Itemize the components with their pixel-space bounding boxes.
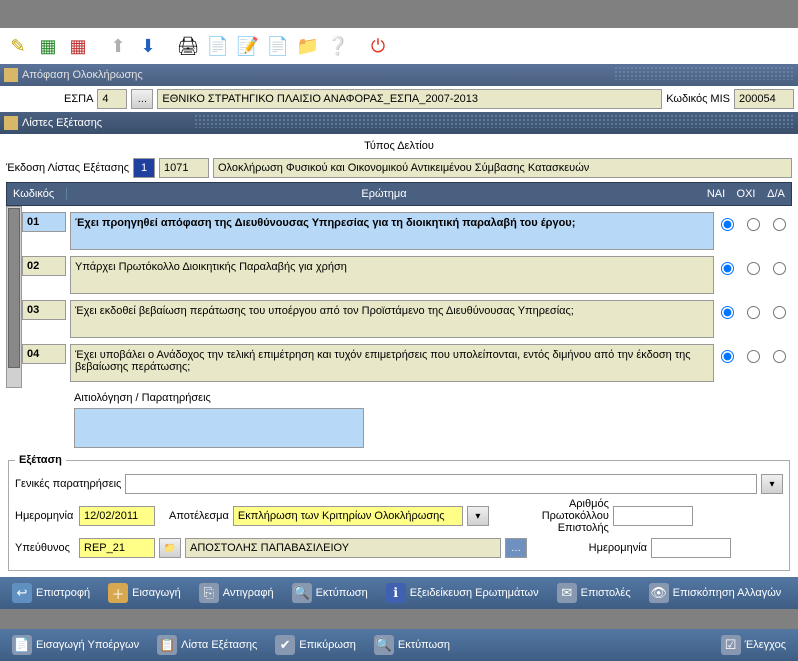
date2-label: Ημερομηνία xyxy=(537,542,647,554)
espa-code-field[interactable] xyxy=(97,89,127,109)
panel-icon xyxy=(4,68,18,82)
answer-yes-radio[interactable] xyxy=(721,306,734,319)
grid-scrollbar[interactable] xyxy=(6,206,22,388)
row-code-field[interactable] xyxy=(22,212,66,232)
header-code: Κωδικός xyxy=(7,188,67,200)
panel1-title: Απόφαση Ολοκλήρωσης xyxy=(22,69,143,81)
resp-more-button[interactable]: … xyxy=(505,538,527,558)
resp-label: Υπεύθυνος xyxy=(15,542,75,554)
validate-button[interactable]: ✔Επικύρωση xyxy=(269,631,362,659)
table-row[interactable]: Υπάρχει Πρωτόκολλο Διοικητικής Παραλαβής… xyxy=(22,256,792,294)
check-button[interactable]: ☑Έλεγχος xyxy=(715,631,792,659)
table-row[interactable]: Έχει εκδοθεί βεβαίωση περάτωσης του υποέ… xyxy=(22,300,792,338)
power-icon[interactable]: ⏻ xyxy=(364,32,392,60)
panel2-titlebar: Λίστες Εξέτασης xyxy=(0,112,798,134)
answer-no-radio[interactable] xyxy=(747,306,760,319)
printer-icon[interactable]: 🖨 xyxy=(174,32,202,60)
mis-field[interactable] xyxy=(734,89,794,109)
answer-yes-radio[interactable] xyxy=(721,218,734,231)
comments-label: Αιτιολόγηση / Παρατηρήσεις xyxy=(6,388,792,408)
answer-no-radio[interactable] xyxy=(747,350,760,363)
resp-code-field[interactable] xyxy=(79,538,155,558)
action-bar-2: 📄Εισαγωγή Υποέργων 📋Λίστα Εξέτασης ✔Επικ… xyxy=(0,629,798,661)
row-question: Υπάρχει Πρωτόκολλο Διοικητικής Παραλαβής… xyxy=(70,256,714,294)
arrow-up-icon[interactable]: ⬆ xyxy=(104,32,132,60)
answer-na-radio[interactable] xyxy=(773,262,786,275)
filter-label: Έκδοση Λίστας Εξέτασης xyxy=(6,162,129,174)
espa-label: ΕΣΠΑ xyxy=(64,93,93,105)
filter-v1-field[interactable] xyxy=(133,158,155,178)
espa-row: ΕΣΠΑ … Κωδικός MIS xyxy=(0,86,798,112)
grid-add-icon[interactable]: ▦ xyxy=(34,32,62,60)
panel1-titlebar: Απόφαση Ολοκλήρωσης xyxy=(0,64,798,86)
result-dropdown-button[interactable]: ▾ xyxy=(467,506,489,526)
header-yes: ΝΑΙ xyxy=(701,188,731,200)
print2-button[interactable]: 🔍Εκτύπωση xyxy=(368,631,456,659)
date2-field[interactable] xyxy=(651,538,731,558)
arrow-down-icon[interactable]: ⬇ xyxy=(134,32,162,60)
gen-comments-label: Γενικές παρατηρήσεις xyxy=(15,478,121,490)
letters-button[interactable]: ✉Επιστολές xyxy=(551,579,637,607)
folder-icon[interactable]: 📁 xyxy=(294,32,322,60)
insert-button[interactable]: ＋Εισαγωγή xyxy=(102,579,187,607)
exam-legend: Εξέταση xyxy=(15,454,66,466)
result-field[interactable] xyxy=(233,506,463,526)
comments-input[interactable] xyxy=(74,408,364,448)
copy-button[interactable]: ⎘Αντιγραφή xyxy=(193,579,280,607)
exam-date-label: Ημερομηνία xyxy=(15,510,75,522)
grid-delete-icon[interactable]: ▦ xyxy=(64,32,92,60)
answer-na-radio[interactable] xyxy=(773,350,786,363)
main-toolbar: ✎ ▦ ▦ ⬆ ⬇ 🖨 📄 📝 📄 📁 ❔ ⏻ xyxy=(0,28,798,64)
protnum-label: Αριθμός Πρωτοκόλλου Επιστολής xyxy=(499,498,609,534)
answer-no-radio[interactable] xyxy=(747,218,760,231)
protnum-field[interactable] xyxy=(613,506,693,526)
print-button[interactable]: 🔍Εκτύπωση xyxy=(286,579,374,607)
doc-search-icon[interactable]: 📄 xyxy=(204,32,232,60)
answer-na-radio[interactable] xyxy=(773,306,786,319)
grid-header: Κωδικός Ερώτημα ΝΑΙ ΟΧΙ Δ/Α xyxy=(6,182,792,206)
resp-name-field[interactable] xyxy=(185,538,501,558)
row-code-field[interactable] xyxy=(22,256,66,276)
answer-no-radio[interactable] xyxy=(747,262,760,275)
filter-v2-field[interactable] xyxy=(159,158,209,178)
action-bar-1: ↩Επιστροφή ＋Εισαγωγή ⎘Αντιγραφή 🔍Εκτύπωσ… xyxy=(0,577,798,609)
row-question: Έχει εκδοθεί βεβαίωση περάτωσης του υποέ… xyxy=(70,300,714,338)
pencil-icon[interactable]: ✎ xyxy=(4,32,32,60)
row-code-field[interactable] xyxy=(22,344,66,364)
row-question: Έχει προηγηθεί απόφαση της Διευθύνουσας … xyxy=(70,212,714,250)
doc-edit-icon[interactable]: 📝 xyxy=(234,32,262,60)
espa-desc-field[interactable] xyxy=(157,89,662,109)
header-no: ΟΧΙ xyxy=(731,188,761,200)
filter-desc-field[interactable] xyxy=(213,158,792,178)
spec-button[interactable]: ℹΕξειδείκευση Ερωτημάτων xyxy=(380,579,545,607)
row-question: Έχει υποβάλει ο Ανάδοχος την τελική επιμ… xyxy=(70,344,714,382)
exam-list-button[interactable]: 📋Λίστα Εξέτασης xyxy=(151,631,263,659)
panel-icon xyxy=(4,116,18,130)
doc-new-icon[interactable]: 📄 xyxy=(264,32,292,60)
mis-label: Κωδικός MIS xyxy=(666,93,730,105)
panel2-title: Λίστες Εξέτασης xyxy=(22,117,102,129)
type-label: Τύπος Δελτίου xyxy=(6,138,792,154)
resp-lookup-button[interactable]: 📁 xyxy=(159,538,181,558)
exam-fieldset: Εξέταση Γενικές παρατηρήσεις ▾ Ημερομηνί… xyxy=(8,454,790,571)
gen-comments-field[interactable] xyxy=(125,474,757,494)
header-na: Δ/Α xyxy=(761,188,791,200)
table-row[interactable]: Έχει προηγηθεί απόφαση της Διευθύνουσας … xyxy=(22,212,792,250)
row-code-field[interactable] xyxy=(22,300,66,320)
help-icon[interactable]: ❔ xyxy=(324,32,352,60)
table-row[interactable]: Έχει υποβάλει ο Ανάδοχος την τελική επιμ… xyxy=(22,344,792,382)
exam-date-field[interactable] xyxy=(79,506,155,526)
header-question: Ερώτημα xyxy=(67,188,701,200)
answer-yes-radio[interactable] xyxy=(721,262,734,275)
result-label: Αποτέλεσμα xyxy=(169,510,229,522)
answer-yes-radio[interactable] xyxy=(721,350,734,363)
review-button[interactable]: 👁Επισκόπηση Αλλαγών xyxy=(643,579,788,607)
return-button[interactable]: ↩Επιστροφή xyxy=(6,579,96,607)
gen-dropdown-button[interactable]: ▾ xyxy=(761,474,783,494)
answer-na-radio[interactable] xyxy=(773,218,786,231)
filter-row: Έκδοση Λίστας Εξέτασης xyxy=(6,154,792,182)
insert-subprojects-button[interactable]: 📄Εισαγωγή Υποέργων xyxy=(6,631,145,659)
espa-lookup-button[interactable]: … xyxy=(131,89,153,109)
